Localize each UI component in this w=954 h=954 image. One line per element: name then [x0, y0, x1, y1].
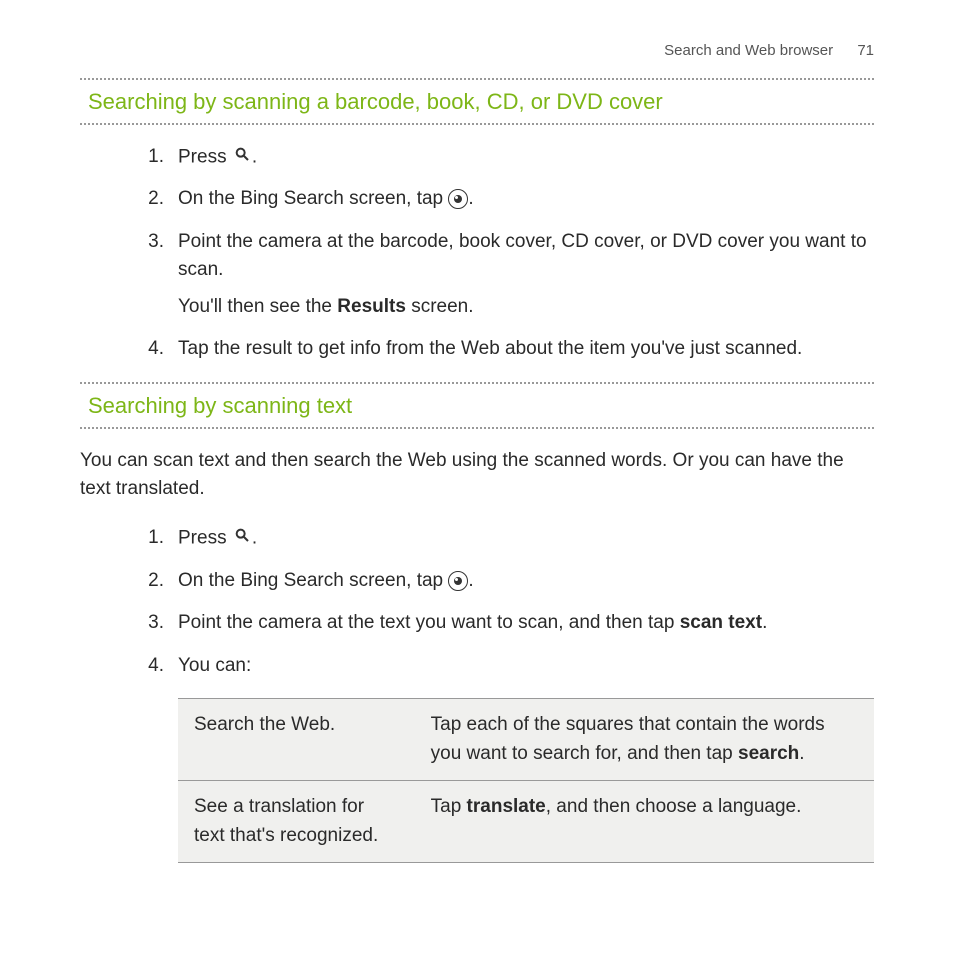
step-number: 3. — [140, 228, 164, 257]
step-number: 2. — [140, 185, 164, 214]
page-header: Search and Web browser 71 — [80, 40, 874, 63]
header-page-number: 71 — [857, 42, 874, 59]
section1-steps: 1. Press . 2. On the Bing Search screen,… — [140, 143, 874, 364]
step-text: Point the camera at the text you want to… — [178, 612, 680, 633]
options-table: Search the Web. Tap each of the squares … — [178, 698, 874, 863]
section1-step2: 2. On the Bing Search screen, tap . — [140, 185, 874, 214]
step-text: Tap the result to get info from the Web … — [178, 338, 802, 359]
search-icon — [234, 143, 250, 172]
step-number: 1. — [140, 143, 164, 172]
section1-step1: 1. Press . — [140, 143, 874, 172]
header-section-title: Search and Web browser — [664, 42, 833, 59]
eye-icon — [448, 189, 468, 209]
step-text-end: . — [468, 188, 473, 209]
section2-title: Searching by scanning text — [80, 384, 874, 427]
step-number: 4. — [140, 652, 164, 681]
step-number: 1. — [140, 524, 164, 553]
table-row: See a translation for text that's recogn… — [178, 781, 874, 863]
translate-bold: translate — [467, 796, 546, 817]
section2-step3: 3. Point the camera at the text you want… — [140, 609, 874, 638]
section2-intro: You can scan text and then search the We… — [80, 447, 874, 504]
step-text: On the Bing Search screen, tap — [178, 188, 448, 209]
search-bold: search — [738, 743, 799, 764]
scan-text-bold: scan text — [680, 612, 762, 633]
step-text: Press — [178, 527, 232, 548]
section2-step2: 2. On the Bing Search screen, tap . — [140, 567, 874, 596]
section2-steps: 1. Press . 2. On the Bing Search screen,… — [140, 524, 874, 680]
table-cell-right: Tap each of the squares that contain the… — [415, 699, 874, 781]
step-number: 3. — [140, 609, 164, 638]
table-cell-right: Tap translate, and then choose a languag… — [415, 781, 874, 863]
table-row: Search the Web. Tap each of the squares … — [178, 699, 874, 781]
step-text: On the Bing Search screen, tap — [178, 570, 448, 591]
step-text-end: . — [252, 146, 257, 167]
step-number: 4. — [140, 335, 164, 364]
table-cell-left: Search the Web. — [178, 699, 415, 781]
step-text-end: . — [762, 612, 767, 633]
eye-icon — [448, 571, 468, 591]
section1-step3: 3. Point the camera at the barcode, book… — [140, 228, 874, 322]
step-text-end: . — [468, 570, 473, 591]
step-text: Point the camera at the barcode, book co… — [178, 231, 867, 281]
step-text: You can: — [178, 655, 251, 676]
results-bold: Results — [337, 296, 406, 317]
section1-step4: 4. Tap the result to get info from the W… — [140, 335, 874, 364]
table-cell-left: See a translation for text that's recogn… — [178, 781, 415, 863]
step-subtext: You'll then see the Results screen. — [178, 293, 874, 322]
step-text: Press — [178, 146, 232, 167]
search-icon — [234, 524, 250, 553]
step-text-end: . — [252, 527, 257, 548]
section1-title: Searching by scanning a barcode, book, C… — [80, 80, 874, 123]
section2-step4: 4. You can: — [140, 652, 874, 681]
section2-step1: 1. Press . — [140, 524, 874, 553]
step-number: 2. — [140, 567, 164, 596]
